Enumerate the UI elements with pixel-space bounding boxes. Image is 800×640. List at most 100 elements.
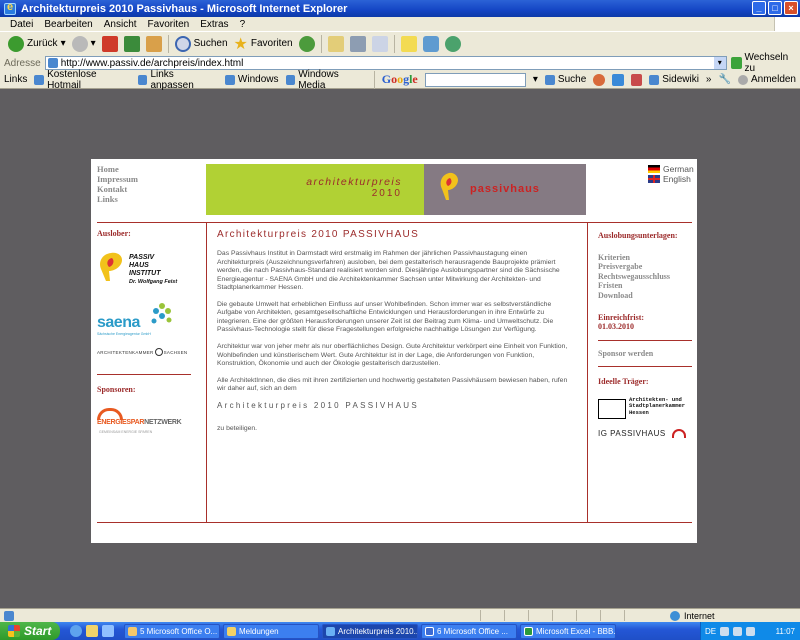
ie-quicklaunch-icon[interactable] <box>70 625 82 637</box>
divider-right <box>587 223 588 522</box>
sidewiki-button[interactable]: Sidewiki <box>649 74 699 85</box>
nav-home[interactable]: Home <box>97 164 138 174</box>
close-button[interactable]: × <box>784 1 798 15</box>
start-button[interactable]: Start <box>0 622 60 640</box>
menu-tools[interactable]: Extras <box>200 19 228 30</box>
toolbar-separator <box>373 70 375 89</box>
chevron-down-icon[interactable]: ▾ <box>91 38 96 49</box>
window-title: Architekturpreis 2010 Passivhaus - Micro… <box>21 2 348 15</box>
chevron-more-icon[interactable]: » <box>706 74 712 85</box>
title-bar: Architekturpreis 2010 Passivhaus - Micro… <box>0 0 800 17</box>
passivhaus-logo-icon <box>440 172 458 200</box>
link-fristen[interactable]: Fristen <box>598 281 694 291</box>
menu-view[interactable]: Ansicht <box>104 19 137 30</box>
print-icon[interactable] <box>349 35 366 52</box>
messenger-icon[interactable] <box>444 35 461 52</box>
house-icon <box>671 429 686 439</box>
lang-german-label: German <box>663 164 694 174</box>
link-windows-media[interactable]: Windows Media <box>285 69 367 91</box>
link-sponsor-werden[interactable]: Sponsor werden <box>598 349 694 359</box>
search-label: Suchen <box>193 38 228 49</box>
sponsors-heading: Sponsoren: <box>97 385 136 394</box>
bookmarks-icon[interactable] <box>611 73 624 86</box>
task-excel[interactable]: Microsoft Excel - BBB... <box>520 623 616 639</box>
ens-word-a: ENERGIESPAR <box>97 419 145 426</box>
menu-edit[interactable]: Bearbeiten <box>44 19 92 30</box>
language-indicator[interactable]: DE <box>705 627 716 636</box>
favorites-button[interactable]: ★ Favoriten <box>234 34 293 54</box>
architektenkammer-sachsen-logo[interactable]: ARCHITEKTENKAMMER SACHSEN <box>97 348 201 356</box>
menu-help[interactable]: ? <box>240 19 246 30</box>
notes-icon[interactable] <box>400 35 417 52</box>
mail-icon[interactable] <box>327 35 344 52</box>
german-flag-icon <box>648 165 660 173</box>
history-icon[interactable] <box>298 35 315 52</box>
paragraph: Alle ArchitektInnen, die dies mit ihren … <box>217 377 568 393</box>
task-meldungen[interactable]: Meldungen <box>223 623 319 639</box>
tray-icon[interactable] <box>746 626 756 636</box>
menu-file[interactable]: Datei <box>10 19 33 30</box>
link-preisvergabe[interactable]: Preisvergabe <box>598 262 694 272</box>
tray-icon[interactable] <box>720 626 730 636</box>
paragraph: Die gebaute Umwelt hat erheblichen Einfl… <box>217 301 554 334</box>
nav-kontakt[interactable]: Kontakt <box>97 184 138 194</box>
popup-blocker-icon[interactable] <box>593 73 605 86</box>
outlook-quicklaunch-icon[interactable] <box>86 625 98 637</box>
links-bar: Links Kostenlose Hotmail Links anpassen … <box>0 69 800 91</box>
nav-impressum[interactable]: Impressum <box>97 174 138 184</box>
link-customize[interactable]: Links anpassen <box>137 69 218 91</box>
refresh-icon[interactable] <box>123 35 140 52</box>
site-banner: architekturpreis 2010 passivhaus <box>206 164 586 215</box>
link-rechtswegausschluss[interactable]: Rechtswegausschluss <box>598 272 694 282</box>
address-dropdown-icon[interactable]: ▾ <box>713 57 726 69</box>
ens-tagline: GEMEINSAM ENERGIE SPAREN <box>99 430 153 434</box>
passivhaus-institut-logo[interactable]: PASSIV HAUS INSTITUT Dr. Wolfgang Feist <box>97 252 201 288</box>
akh-hessen-text: Architekten- und Stadtplanerkammer Hesse… <box>629 396 685 417</box>
back-button[interactable]: Zurück ▾ <box>8 35 66 52</box>
windows-flag-icon <box>774 17 800 31</box>
task-architekturpreis[interactable]: Architekturpreis 2010... <box>322 623 418 639</box>
link-kriterien[interactable]: Kriterien <box>598 253 694 263</box>
task-office-word[interactable]: 6 Microsoft Office ... <box>421 623 517 639</box>
menu-bar: Datei Bearbeiten Ansicht Favoriten Extra… <box>0 17 800 31</box>
link-hotmail[interactable]: Kostenlose Hotmail <box>34 69 130 91</box>
toolbar-separator <box>393 34 395 53</box>
toolbar-separator <box>167 34 169 53</box>
google-search-input[interactable] <box>424 72 526 87</box>
home-icon[interactable] <box>145 35 162 52</box>
edit-icon[interactable] <box>371 35 388 52</box>
clock[interactable]: 11:07 <box>776 627 795 636</box>
pagerank-icon[interactable] <box>630 73 643 86</box>
task-label: 5 Microsoft Office O... <box>140 626 218 636</box>
tray-icon[interactable] <box>733 626 743 636</box>
signin-button[interactable]: Anmelden <box>737 74 796 85</box>
chevron-down-icon[interactable]: ▾ <box>533 74 538 85</box>
desktop-quicklaunch-icon[interactable] <box>102 625 114 637</box>
stop-icon[interactable] <box>101 35 118 52</box>
energiesparnetzwerk-logo[interactable]: ENERGIESPARNETZWERK GEMEINSAM ENERGIE SP… <box>97 408 201 438</box>
lang-german[interactable]: German <box>648 164 694 174</box>
lang-english[interactable]: English <box>648 174 694 184</box>
chevron-down-icon[interactable]: ▾ <box>61 38 66 49</box>
search-button[interactable]: Suchen <box>174 35 228 52</box>
maximize-button[interactable]: □ <box>768 1 782 15</box>
minimize-button[interactable]: _ <box>752 1 766 15</box>
nav-links[interactable]: Links <box>97 194 138 204</box>
forward-button[interactable]: ▾ <box>71 35 96 52</box>
search-icon <box>174 35 191 52</box>
google-search-button[interactable]: Suche <box>544 74 586 85</box>
menu-favorites[interactable]: Favoriten <box>148 19 190 30</box>
wrench-icon[interactable]: 🔧 <box>719 74 731 85</box>
phi-line: PASSIV <box>129 254 155 261</box>
right-divider <box>598 339 692 341</box>
back-label: Zurück <box>27 38 58 49</box>
ig-passivhaus-logo[interactable]: IG PASSIVHAUS <box>598 429 694 439</box>
link-download[interactable]: Download <box>598 291 694 301</box>
saena-logo[interactable]: saena Sächsische Energieagentur GmbH <box>97 302 201 340</box>
task-office-outlook[interactable]: 5 Microsoft Office O... <box>124 623 220 639</box>
divider-bottom <box>97 522 692 523</box>
status-cell <box>552 610 576 621</box>
link-windows[interactable]: Windows <box>224 74 279 85</box>
research-icon[interactable] <box>422 35 439 52</box>
akh-hessen-logo[interactable]: Architekten- und Stadtplanerkammer Hesse… <box>598 396 694 419</box>
